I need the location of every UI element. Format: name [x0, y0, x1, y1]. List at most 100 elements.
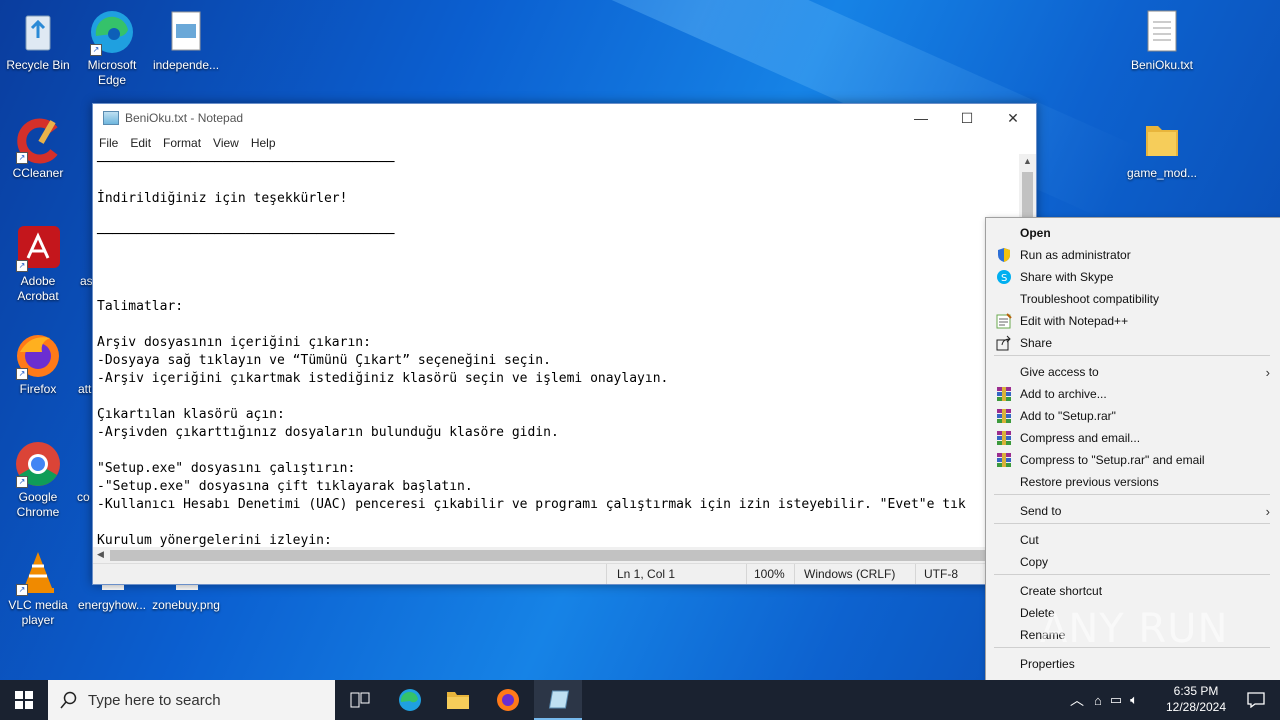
task-view-button[interactable]: [336, 680, 384, 720]
windows-logo-icon: [15, 691, 33, 709]
status-zoom: 100%: [754, 567, 785, 581]
menu-item-properties[interactable]: Properties: [986, 653, 1280, 675]
horizontal-scrollbar[interactable]: ◀: [93, 547, 1018, 564]
shortcut-arrow-icon: ↗: [16, 152, 28, 164]
text-line: Çıkartılan klasörü açın:: [97, 407, 285, 422]
desktop-icon-game-mod[interactable]: game_mod...: [1124, 116, 1200, 181]
clock-date: 12/28/2024: [1165, 700, 1227, 714]
chevron-up-icon[interactable]: ︿: [1070, 690, 1084, 710]
taskbar-notepad[interactable]: [534, 680, 582, 720]
menu-item-open[interactable]: Open: [986, 222, 1280, 244]
desktop-icon-ccleaner[interactable]: ↗ CCleaner: [0, 116, 76, 181]
menu-item-label: Properties: [1020, 657, 1075, 671]
menu-file[interactable]: File: [95, 136, 126, 150]
winrar-icon: [996, 386, 1012, 402]
notification-icon: [1247, 692, 1265, 708]
network-activity-icon[interactable]: ⌂: [1094, 693, 1102, 708]
volume-icon[interactable]: 🔈︎: [1130, 692, 1138, 708]
menu-item-give-access-to[interactable]: Give access to ›: [986, 361, 1280, 383]
icon-label: Microsoft Edge: [87, 58, 137, 87]
acrobat-icon: ↗: [14, 224, 62, 272]
menu-item-send-to[interactable]: Send to ›: [986, 500, 1280, 522]
edge-icon: ↗: [88, 8, 136, 56]
search-icon: [60, 691, 77, 709]
chevron-right-icon: ›: [1265, 503, 1270, 519]
taskbar: Type here to search ︿ ⌂ ▭ 🔈︎ 6:35 PM 12/…: [0, 680, 1280, 720]
desktop-icon-vlc[interactable]: ↗ VLC media player: [0, 548, 76, 628]
desktop-icon-edge[interactable]: ↗ Microsoft Edge: [74, 8, 150, 88]
clock[interactable]: 6:35 PM 12/28/2024: [1160, 683, 1232, 715]
desktop-icon-acrobat[interactable]: ↗ Adobe Acrobat: [0, 224, 76, 304]
taskbar-firefox[interactable]: [484, 680, 532, 720]
menu-item-compress-and-email[interactable]: Compress and email...: [986, 427, 1280, 449]
minimize-button[interactable]: —: [898, 104, 944, 132]
text-line: [97, 208, 1022, 226]
task-view-icon: [350, 692, 370, 708]
title-bar[interactable]: BeniOku.txt - Notepad — ☐ ✕: [93, 104, 1036, 132]
menu-item-label: Share: [1020, 336, 1053, 350]
status-line-ending: Windows (CRLF): [804, 567, 896, 581]
scroll-up-icon[interactable]: ▲: [1023, 156, 1032, 166]
text-line: Arşiv dosyasının içeriğini çıkarın:: [97, 335, 371, 350]
menu-item-run-as-administrator[interactable]: Run as administrator: [986, 244, 1280, 266]
menu-item-share[interactable]: Share: [986, 332, 1280, 354]
menu-item-compress-to-setup-rar-and-email[interactable]: Compress to "Setup.rar" and email: [986, 449, 1280, 471]
menu-item-label: Cut: [1020, 533, 1039, 547]
menu-item-share-with-skype[interactable]: S Share with Skype: [986, 266, 1280, 288]
menu-edit[interactable]: Edit: [126, 136, 159, 150]
status-bar: Ln 1, Col 1 100% Windows (CRLF) UTF-8: [93, 563, 1036, 584]
menu-item-copy[interactable]: Copy: [986, 551, 1280, 573]
desktop-icon-chrome[interactable]: ↗ Google Chrome: [0, 440, 76, 520]
menu-format[interactable]: Format: [159, 136, 209, 150]
desktop-icon-independe[interactable]: independe...: [148, 8, 224, 73]
text-line: Talimatlar:: [97, 299, 184, 314]
menu-item-label: Give access to: [1020, 365, 1099, 379]
network-icon[interactable]: ▭: [1110, 692, 1122, 708]
taskbar-file-explorer[interactable]: [434, 680, 482, 720]
status-encoding: UTF-8: [924, 567, 958, 581]
menu-item-restore-previous-versions[interactable]: Restore previous versions: [986, 471, 1280, 493]
text-line: -Kullanıcı Hesabı Denetimi (UAC) pencere…: [97, 497, 966, 512]
desktop-icon-beniokutxt[interactable]: BeniOku.txt: [1124, 8, 1200, 73]
notification-button[interactable]: [1232, 680, 1280, 720]
text-line: [97, 316, 1022, 334]
text-line: -Arşivden çıkarttığınız dosyaların bulun…: [97, 425, 559, 440]
desktop-icon-recycle-bin[interactable]: Recycle Bin: [0, 8, 76, 73]
text-line: "Setup.exe" dosyasını çalıştırın:: [97, 461, 356, 476]
winrar-icon: [996, 452, 1012, 468]
menu-item-create-shortcut[interactable]: Create shortcut: [986, 580, 1280, 602]
close-button[interactable]: ✕: [990, 104, 1036, 132]
menu-item-add-to-archive[interactable]: Add to archive...: [986, 383, 1280, 405]
shortcut-arrow-icon: ↗: [90, 44, 102, 56]
text-line: ──────────────────────────────────────: [97, 227, 395, 242]
desktop-icon-firefox[interactable]: ↗ Firefox: [0, 332, 76, 397]
firefox-icon: [497, 689, 519, 711]
menu-item-label: Run as administrator: [1020, 248, 1131, 262]
scroll-thumb[interactable]: [110, 550, 990, 561]
menu-item-label: Troubleshoot compatibility: [1020, 292, 1159, 306]
text-line: -Dosyaya sağ tıklayın ve “Tümünü Çıkart”…: [97, 353, 551, 368]
menu-help[interactable]: Help: [247, 136, 284, 150]
shortcut-arrow-icon: ↗: [16, 476, 28, 488]
icon-label: zonebuy.png: [152, 598, 220, 612]
start-button[interactable]: [0, 680, 48, 720]
system-tray: ︿ ⌂ ▭ 🔈︎: [1070, 680, 1148, 720]
menu-item-edit-with-notepad[interactable]: Edit with Notepad++: [986, 310, 1280, 332]
menu-item-add-to-setup-rar[interactable]: Add to "Setup.rar": [986, 405, 1280, 427]
recycle-bin-icon: [14, 8, 62, 56]
maximize-button[interactable]: ☐: [944, 104, 990, 132]
text-line: [97, 172, 1022, 190]
menu-bar: File Edit Format View Help: [93, 132, 1036, 154]
notepad-window[interactable]: BeniOku.txt - Notepad — ☐ ✕ File Edit Fo…: [92, 103, 1037, 585]
menu-item-cut[interactable]: Cut: [986, 529, 1280, 551]
scroll-left-icon[interactable]: ◀: [97, 549, 104, 560]
menu-item-troubleshoot-compatibility[interactable]: Troubleshoot compatibility: [986, 288, 1280, 310]
menu-view[interactable]: View: [209, 136, 247, 150]
menu-item-label: Create shortcut: [1020, 584, 1103, 598]
menu-separator: [994, 574, 1270, 575]
text-line: Kurulum yönergelerini izleyin:: [97, 533, 332, 547]
share-icon: [996, 335, 1012, 351]
taskbar-edge[interactable]: [386, 680, 434, 720]
text-editor[interactable]: ────────────────────────────────────── İn…: [93, 154, 1022, 547]
taskbar-search-box[interactable]: Type here to search: [48, 680, 335, 720]
